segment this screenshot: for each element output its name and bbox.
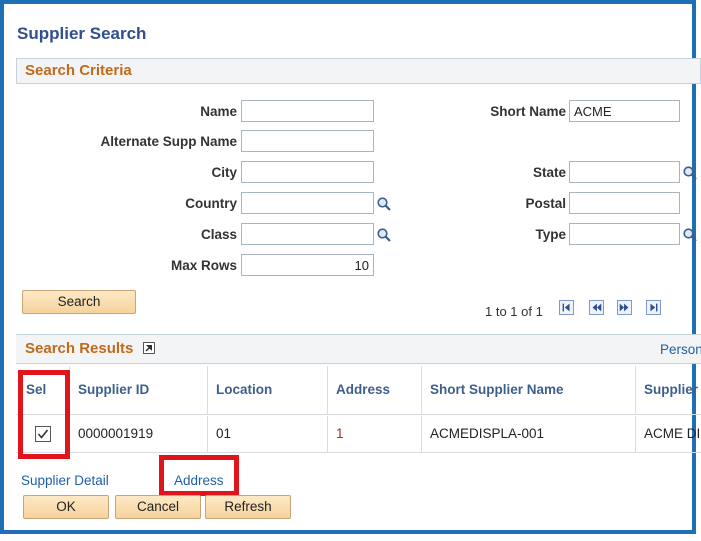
type-field[interactable] [569,223,680,245]
max-rows-label: Max Rows [170,258,237,273]
class-label: Class [200,227,237,242]
next-page-icon[interactable] [617,300,632,315]
search-criteria-header: Search Criteria [16,58,701,84]
max-rows-field[interactable] [241,254,374,276]
first-page-icon[interactable] [559,300,574,315]
refresh-button[interactable]: Refresh [205,495,291,519]
previous-page-icon[interactable] [589,300,604,315]
cell-supplier-id: 0000001919 [70,416,208,452]
short-name-field[interactable] [569,100,680,122]
pager-text: 1 to 1 of 1 [485,304,543,319]
cancel-button[interactable]: Cancel [115,495,201,519]
search-results-title: Search Results [25,340,134,357]
class-field[interactable] [241,223,374,245]
city-label: City [211,165,237,180]
postal-field[interactable] [569,192,680,214]
personalize-link[interactable]: Person [660,342,701,357]
search-criteria-title: Search Criteria [25,62,132,79]
row-divider [16,452,701,453]
alternate-supp-name-field[interactable] [241,130,374,152]
cell-supplier-name: ACME DIS [644,426,701,441]
page-title: Supplier Search [17,24,147,43]
name-label: Name [200,104,237,119]
class-lookup-icon[interactable] [376,227,392,243]
country-label: Country [185,196,237,211]
city-field[interactable] [241,161,374,183]
view-all-icon[interactable] [143,342,155,354]
col-header-supplier-id[interactable]: Supplier ID [70,366,208,414]
postal-label: Postal [525,196,566,211]
country-field[interactable] [241,192,374,214]
search-button[interactable]: Search [22,290,136,314]
search-results-header: Search Results Person [16,334,701,364]
ok-button[interactable]: OK [23,495,109,519]
address-link[interactable]: Address [174,473,224,488]
col-header-short-supplier-name[interactable]: Short Supplier Name [422,366,636,414]
supplier-detail-link[interactable]: Supplier Detail [21,473,109,488]
state-field[interactable] [569,161,680,183]
header-divider [16,414,701,415]
alternate-supp-name-label: Alternate Supp Name [100,134,237,149]
type-lookup-icon[interactable] [682,227,698,243]
cell-short-supplier-name: ACMEDISPLA-001 [422,416,636,452]
state-label: State [532,165,566,180]
col-header-address[interactable]: Address [328,366,422,414]
last-page-icon[interactable] [646,300,661,315]
col-header-supplier-name[interactable]: Supplier N [636,366,701,414]
cell-address: 1 [328,416,422,452]
country-lookup-icon[interactable] [376,196,392,212]
short-name-label: Short Name [490,104,566,119]
col-header-location[interactable]: Location [208,366,328,414]
sel-column-highlight [18,370,70,459]
state-lookup-icon[interactable] [682,165,698,181]
cell-location: 01 [208,416,328,452]
name-field[interactable] [241,100,374,122]
type-label: Type [535,227,566,242]
